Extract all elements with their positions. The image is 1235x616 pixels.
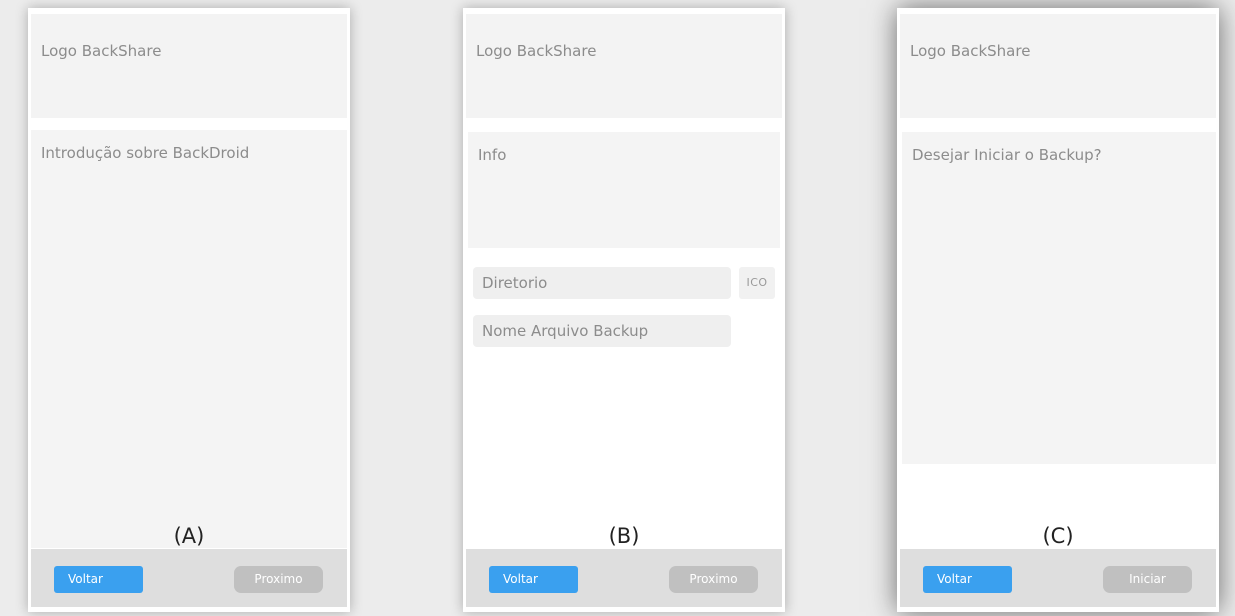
back-button[interactable]: Voltar [54, 566, 143, 593]
backup-name-field-label: Nome Arquivo Backup [482, 322, 649, 340]
logo-label: Logo BackShare [476, 42, 597, 60]
info-panel: Info [468, 132, 780, 248]
bottom-bar: Voltar Proximo [466, 549, 782, 607]
directory-field[interactable]: Diretorio [473, 267, 731, 299]
screen-b-mockup: Logo BackShare Info Diretorio ICO Nome A… [463, 8, 785, 612]
confirm-label: Desejar Iniciar o Backup? [912, 146, 1102, 164]
bottom-bar: Voltar Iniciar [900, 549, 1216, 607]
screen-tag: (A) [173, 524, 205, 548]
ico-placeholder-icon: ICO [746, 276, 768, 289]
directory-field-label: Diretorio [482, 274, 548, 292]
start-button[interactable]: Iniciar [1103, 566, 1192, 593]
screen-a-mockup: Logo BackShare Introdução sobre BackDroi… [28, 8, 350, 612]
folder-icon-button[interactable]: ICO [739, 267, 775, 299]
back-button[interactable]: Voltar [923, 566, 1012, 593]
logo-box: Logo BackShare [466, 14, 782, 118]
intro-panel: Introdução sobre BackDroid [31, 130, 347, 548]
logo-label: Logo BackShare [41, 42, 162, 60]
intro-label: Introdução sobre BackDroid [41, 144, 250, 162]
backup-name-field[interactable]: Nome Arquivo Backup [473, 315, 731, 347]
screen-tag: (B) [608, 524, 640, 548]
bottom-bar: Voltar Proximo [31, 549, 347, 607]
logo-box: Logo BackShare [900, 14, 1216, 118]
logo-label: Logo BackShare [910, 42, 1031, 60]
info-label: Info [478, 146, 507, 164]
back-button[interactable]: Voltar [489, 566, 578, 593]
logo-box: Logo BackShare [31, 14, 347, 118]
next-button[interactable]: Proximo [669, 566, 758, 593]
confirm-panel: Desejar Iniciar o Backup? [902, 132, 1216, 464]
screen-tag: (C) [1042, 524, 1074, 548]
screen-c-mockup: Logo BackShare Desejar Iniciar o Backup?… [897, 8, 1219, 612]
next-button[interactable]: Proximo [234, 566, 323, 593]
